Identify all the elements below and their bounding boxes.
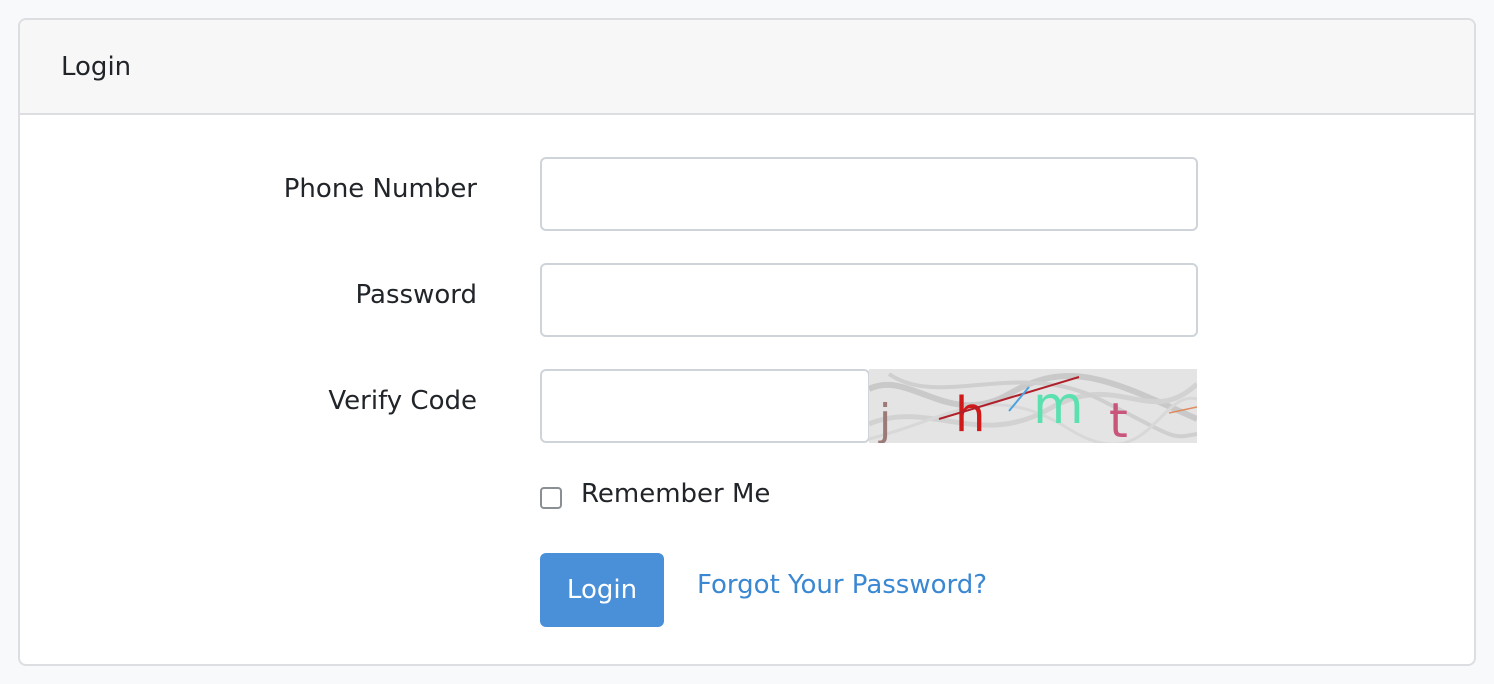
- remember-me-label[interactable]: Remember Me: [581, 479, 770, 509]
- phone-number-label: Phone Number: [283, 174, 477, 204]
- verify-code-label: Verify Code: [328, 386, 477, 416]
- verify-code-input[interactable]: [540, 369, 870, 443]
- captcha-char: j: [878, 395, 891, 443]
- password-label: Password: [355, 280, 477, 310]
- remember-me-checkbox[interactable]: [540, 487, 562, 509]
- login-button[interactable]: Login: [540, 553, 664, 627]
- captcha-char: h: [955, 387, 985, 443]
- captcha-graphic: j h m t: [869, 369, 1197, 443]
- captcha-char: t: [1109, 393, 1128, 443]
- forgot-password-link[interactable]: Forgot Your Password?: [697, 570, 987, 600]
- captcha-image[interactable]: j h m t: [869, 369, 1197, 443]
- card-title: Login: [61, 51, 132, 82]
- captcha-char: m: [1033, 376, 1084, 436]
- password-input[interactable]: [540, 263, 1198, 337]
- login-card: Login Phone Number Password Verify Code …: [18, 18, 1476, 666]
- phone-number-input[interactable]: [540, 157, 1198, 231]
- card-header: Login: [20, 20, 1474, 115]
